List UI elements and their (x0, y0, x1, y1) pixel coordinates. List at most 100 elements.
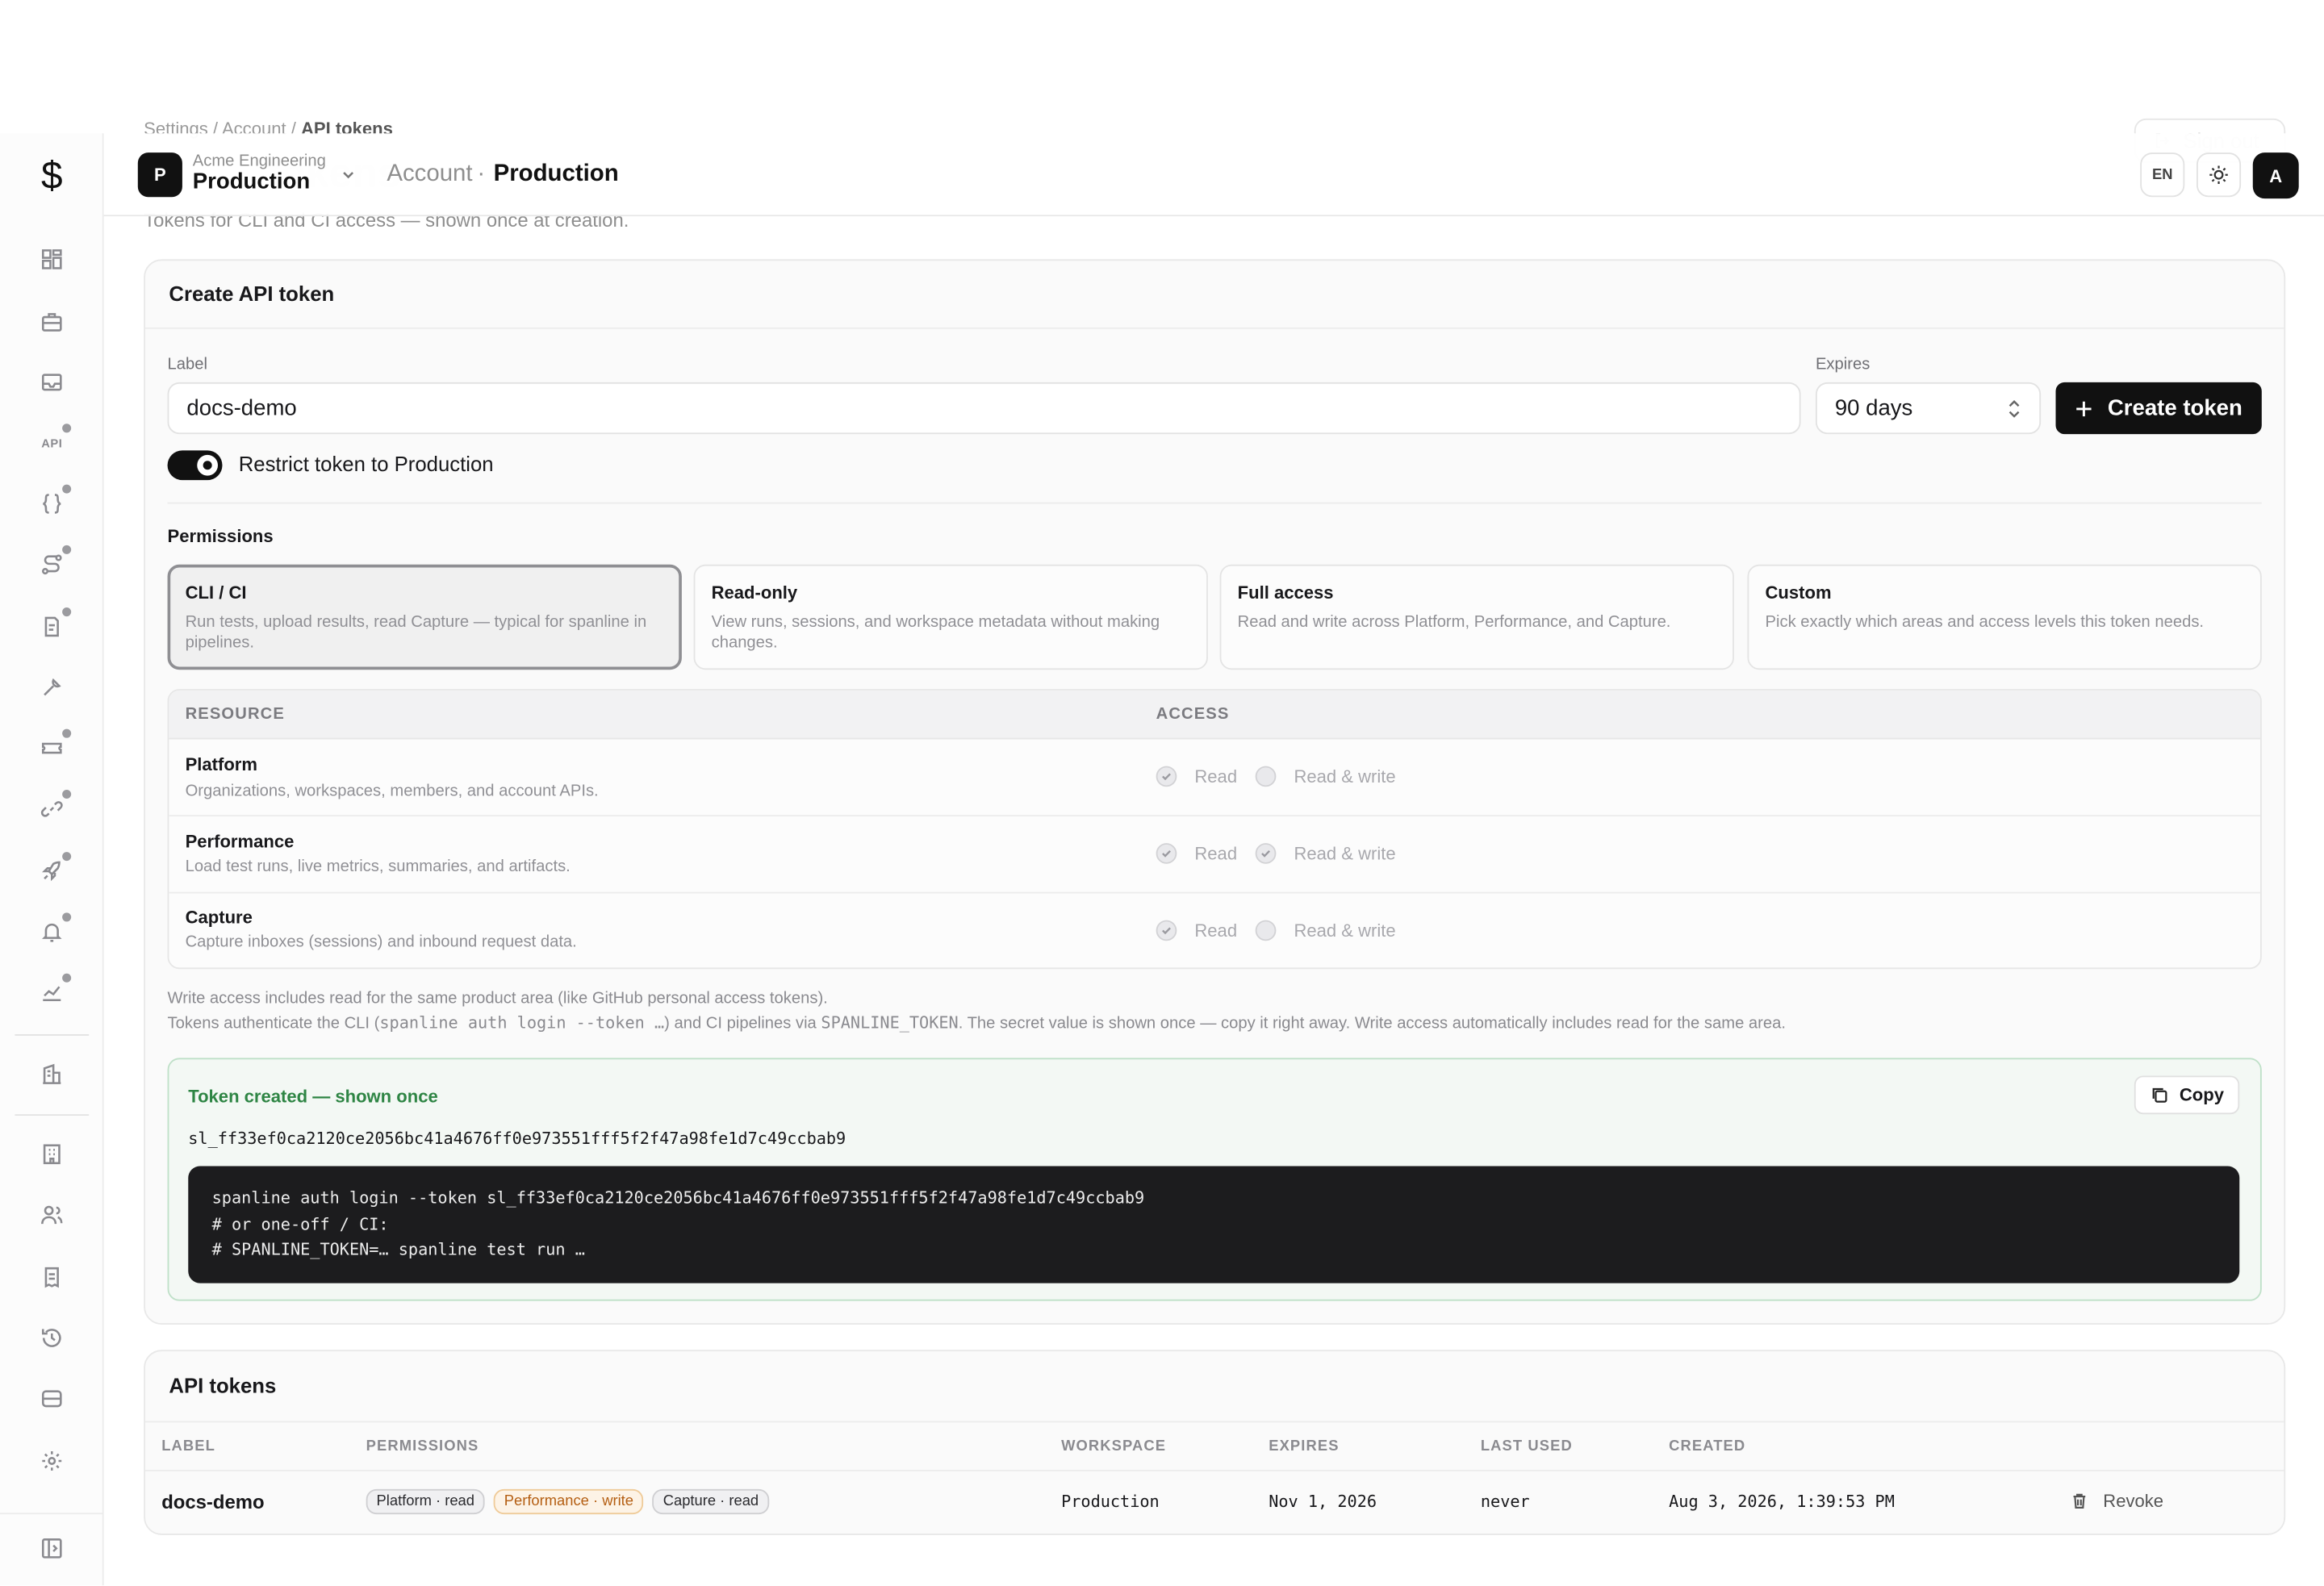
notification-dot (62, 607, 72, 617)
access-read-option[interactable]: Read (1156, 843, 1237, 864)
preset-name: Full access (1237, 582, 1334, 603)
theme-toggle-button[interactable] (2196, 152, 2242, 198)
token-created: Aug 3, 2026, 1:39:53 PM (1669, 1492, 1895, 1512)
copy-label: Copy (2179, 1084, 2224, 1106)
expires-select[interactable]: 90 days (1815, 382, 2042, 435)
token-label: docs-demo (161, 1490, 265, 1513)
notification-dot (62, 789, 72, 799)
sidebar-item-deploy[interactable] (32, 852, 72, 891)
resource-desc: Organizations, workspaces, members, and … (185, 782, 599, 800)
sidebar-item-inbox[interactable] (32, 363, 71, 402)
topbar-crumb-account[interactable]: Account (387, 161, 472, 188)
sidebar-item-code[interactable] (32, 484, 72, 524)
notification-dot (62, 545, 72, 554)
sidebar-item-api[interactable]: API (32, 424, 72, 462)
sidebar-item-dashboard[interactable] (32, 240, 71, 279)
org-parent-name: Acme Engineering (192, 152, 326, 171)
sidebar-item-storage[interactable] (32, 1379, 71, 1418)
check-icon (1162, 849, 1171, 858)
sidebar-item-briefcase[interactable] (32, 303, 71, 341)
resource-desc: Capture inboxes (sessions) and inbound r… (185, 933, 577, 952)
radio-checked[interactable] (1156, 843, 1177, 864)
history-icon (41, 1329, 61, 1347)
app-logo[interactable]: $ (0, 133, 104, 216)
restrict-toggle[interactable] (167, 450, 223, 481)
access-readwrite-option[interactable]: Read & write (1255, 920, 1396, 941)
note-code: spanline auth login --token … (379, 1013, 665, 1033)
collapse-sidebar-button[interactable] (32, 1529, 71, 1567)
braces-icon (43, 494, 61, 514)
access-read-option[interactable]: Read (1156, 920, 1237, 941)
preset-desc: Pick exactly which areas and access leve… (1765, 613, 2205, 632)
revoke-label: Revoke (2103, 1490, 2164, 1512)
sidebar-item-tools[interactable] (32, 668, 71, 707)
sidebar-item-settings[interactable] (32, 1442, 71, 1480)
note-text: ) and CI pipelines via (664, 1015, 821, 1033)
topbar-crumb-separator: · (477, 161, 486, 187)
briefcase-icon (41, 313, 62, 332)
sidebar-item-links[interactable] (32, 789, 72, 828)
org-badge[interactable]: P (137, 152, 182, 198)
access-readwrite-option[interactable]: Read & write (1255, 843, 1396, 864)
token-expires: Nov 1, 2026 (1269, 1492, 1377, 1512)
receipt-icon (44, 1267, 59, 1288)
access-read-option[interactable]: Read (1156, 766, 1237, 787)
preset-read-only[interactable]: Read-only View runs, sessions, and works… (693, 564, 1208, 670)
column-resource: RESOURCE (185, 705, 285, 724)
sidebar-item-reports[interactable] (32, 607, 72, 646)
preset-custom[interactable]: Custom Pick exactly which areas and acce… (1747, 564, 2262, 670)
check-icon (1261, 849, 1270, 858)
preset-full-access[interactable]: Full access Read and write across Platfo… (1219, 564, 1734, 670)
sidebar-item-history[interactable] (32, 1319, 71, 1358)
radio-checked[interactable] (1156, 920, 1177, 941)
notification-dot (62, 484, 72, 494)
sidebar-item-building[interactable] (32, 1055, 71, 1094)
language-button[interactable]: EN (2140, 152, 2185, 198)
radio-unchecked[interactable] (1255, 766, 1277, 787)
radio-unchecked[interactable] (1255, 920, 1277, 941)
label-field-label: Label (167, 355, 207, 374)
resource-name: Performance (185, 831, 295, 853)
notification-dot (62, 912, 72, 922)
check-icon (1162, 773, 1171, 781)
route-icon (41, 554, 62, 575)
revoke-button[interactable]: Revoke (2071, 1490, 2164, 1512)
create-token-button[interactable]: Create token (2055, 382, 2262, 435)
sidebar-item-alerts[interactable] (32, 912, 72, 951)
token-value: sl_ff33ef0ca2120ce2056bc41a4676ff0e97355… (188, 1129, 846, 1149)
select-chevron-icon (2008, 400, 2020, 418)
radio-checked[interactable] (1255, 843, 1277, 864)
resource-name: Capture (185, 907, 253, 928)
permissions-table: RESOURCE ACCESS Platform Organizations, … (167, 689, 2262, 970)
ticket-icon (41, 742, 62, 754)
card-divider (144, 327, 2284, 329)
preset-desc: Read and write across Platform, Performa… (1237, 613, 1671, 632)
api-tokens-title: API tokens (169, 1373, 277, 1398)
preset-cli-ci[interactable]: CLI / CI Run tests, upload results, read… (167, 564, 682, 670)
permission-badge: Platform · read (366, 1488, 485, 1515)
inbox-icon (41, 374, 62, 391)
readwrite-label: Read & write (1294, 920, 1396, 941)
sidebar-item-billing[interactable] (32, 1258, 71, 1296)
column-expires: EXPIRES (1269, 1438, 1340, 1455)
radio-checked[interactable] (1156, 766, 1177, 787)
sidebar-item-routes[interactable] (32, 545, 72, 584)
sidebar-item-analytics[interactable] (32, 973, 72, 1012)
notification-dot (62, 973, 72, 983)
gear-icon (42, 1451, 62, 1471)
users-icon (41, 1205, 63, 1225)
sidebar-item-organization[interactable] (32, 1135, 71, 1174)
sidebar-toggle-icon (41, 1538, 62, 1559)
copy-button[interactable]: Copy (2134, 1075, 2240, 1115)
column-access: ACCESS (1156, 705, 1230, 724)
workspace-switcher[interactable]: Production (193, 169, 310, 194)
sidebar-item-members[interactable] (32, 1196, 71, 1234)
header-divider (144, 1470, 2284, 1471)
database-icon (41, 1390, 62, 1408)
access-readwrite-option[interactable]: Read & write (1255, 766, 1396, 787)
user-avatar[interactable]: A (2252, 152, 2299, 199)
label-input[interactable]: docs-demo (167, 382, 1801, 435)
readwrite-label: Read & write (1294, 766, 1396, 787)
sidebar-item-tickets[interactable] (32, 728, 72, 768)
chevron-down-icon[interactable] (340, 166, 357, 184)
